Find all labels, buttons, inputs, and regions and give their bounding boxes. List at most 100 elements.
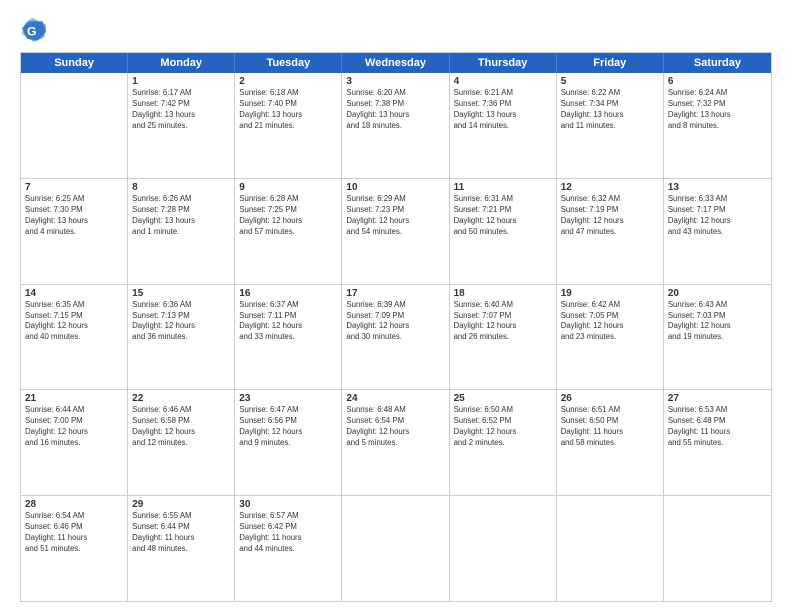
calendar-day-cell: 23Sunrise: 6:47 AM Sunset: 6:56 PM Dayli… [235, 390, 342, 495]
day-info: Sunrise: 6:50 AM Sunset: 6:52 PM Dayligh… [454, 405, 552, 449]
day-number: 1 [132, 76, 230, 87]
day-info: Sunrise: 6:44 AM Sunset: 7:00 PM Dayligh… [25, 405, 123, 449]
calendar-day-cell: 26Sunrise: 6:51 AM Sunset: 6:50 PM Dayli… [557, 390, 664, 495]
day-info: Sunrise: 6:24 AM Sunset: 7:32 PM Dayligh… [668, 88, 767, 132]
calendar-day-cell: 14Sunrise: 6:35 AM Sunset: 7:15 PM Dayli… [21, 285, 128, 390]
calendar-header-row: SundayMondayTuesdayWednesdayThursdayFrid… [21, 53, 771, 73]
day-info: Sunrise: 6:42 AM Sunset: 7:05 PM Dayligh… [561, 300, 659, 344]
calendar-day-cell: 9Sunrise: 6:28 AM Sunset: 7:25 PM Daylig… [235, 179, 342, 284]
day-number: 17 [346, 288, 444, 299]
day-number: 8 [132, 182, 230, 193]
logo-icon: G [20, 16, 48, 44]
calendar-empty-cell [21, 73, 128, 178]
day-number: 3 [346, 76, 444, 87]
day-number: 28 [25, 499, 123, 510]
day-info: Sunrise: 6:26 AM Sunset: 7:28 PM Dayligh… [132, 194, 230, 238]
day-number: 13 [668, 182, 767, 193]
day-number: 11 [454, 182, 552, 193]
calendar-week-row: 14Sunrise: 6:35 AM Sunset: 7:15 PM Dayli… [21, 285, 771, 391]
day-info: Sunrise: 6:46 AM Sunset: 6:58 PM Dayligh… [132, 405, 230, 449]
day-info: Sunrise: 6:31 AM Sunset: 7:21 PM Dayligh… [454, 194, 552, 238]
day-number: 15 [132, 288, 230, 299]
calendar-day-cell: 21Sunrise: 6:44 AM Sunset: 7:00 PM Dayli… [21, 390, 128, 495]
logo: G [20, 16, 52, 44]
calendar-day-cell: 28Sunrise: 6:54 AM Sunset: 6:46 PM Dayli… [21, 496, 128, 601]
day-info: Sunrise: 6:29 AM Sunset: 7:23 PM Dayligh… [346, 194, 444, 238]
day-info: Sunrise: 6:17 AM Sunset: 7:42 PM Dayligh… [132, 88, 230, 132]
calendar-header-cell: Monday [128, 53, 235, 73]
day-number: 26 [561, 393, 659, 404]
calendar-header-cell: Friday [557, 53, 664, 73]
calendar-day-cell: 11Sunrise: 6:31 AM Sunset: 7:21 PM Dayli… [450, 179, 557, 284]
day-info: Sunrise: 6:35 AM Sunset: 7:15 PM Dayligh… [25, 300, 123, 344]
calendar-day-cell: 8Sunrise: 6:26 AM Sunset: 7:28 PM Daylig… [128, 179, 235, 284]
calendar-day-cell: 3Sunrise: 6:20 AM Sunset: 7:38 PM Daylig… [342, 73, 449, 178]
day-number: 12 [561, 182, 659, 193]
calendar-week-row: 28Sunrise: 6:54 AM Sunset: 6:46 PM Dayli… [21, 496, 771, 601]
day-number: 10 [346, 182, 444, 193]
calendar-day-cell: 24Sunrise: 6:48 AM Sunset: 6:54 PM Dayli… [342, 390, 449, 495]
day-info: Sunrise: 6:51 AM Sunset: 6:50 PM Dayligh… [561, 405, 659, 449]
day-info: Sunrise: 6:20 AM Sunset: 7:38 PM Dayligh… [346, 88, 444, 132]
calendar-week-row: 7Sunrise: 6:25 AM Sunset: 7:30 PM Daylig… [21, 179, 771, 285]
day-number: 14 [25, 288, 123, 299]
day-info: Sunrise: 6:54 AM Sunset: 6:46 PM Dayligh… [25, 511, 123, 555]
day-info: Sunrise: 6:37 AM Sunset: 7:11 PM Dayligh… [239, 300, 337, 344]
calendar-day-cell: 16Sunrise: 6:37 AM Sunset: 7:11 PM Dayli… [235, 285, 342, 390]
day-number: 19 [561, 288, 659, 299]
calendar-header-cell: Tuesday [235, 53, 342, 73]
day-info: Sunrise: 6:28 AM Sunset: 7:25 PM Dayligh… [239, 194, 337, 238]
day-info: Sunrise: 6:43 AM Sunset: 7:03 PM Dayligh… [668, 300, 767, 344]
day-info: Sunrise: 6:21 AM Sunset: 7:36 PM Dayligh… [454, 88, 552, 132]
calendar-header-cell: Sunday [21, 53, 128, 73]
calendar-header-cell: Wednesday [342, 53, 449, 73]
day-info: Sunrise: 6:47 AM Sunset: 6:56 PM Dayligh… [239, 405, 337, 449]
calendar-day-cell: 10Sunrise: 6:29 AM Sunset: 7:23 PM Dayli… [342, 179, 449, 284]
calendar-empty-cell [557, 496, 664, 601]
day-number: 18 [454, 288, 552, 299]
calendar-week-row: 1Sunrise: 6:17 AM Sunset: 7:42 PM Daylig… [21, 73, 771, 179]
calendar-day-cell: 7Sunrise: 6:25 AM Sunset: 7:30 PM Daylig… [21, 179, 128, 284]
calendar-empty-cell [664, 496, 771, 601]
calendar-day-cell: 1Sunrise: 6:17 AM Sunset: 7:42 PM Daylig… [128, 73, 235, 178]
calendar: SundayMondayTuesdayWednesdayThursdayFrid… [20, 52, 772, 602]
day-number: 4 [454, 76, 552, 87]
day-info: Sunrise: 6:32 AM Sunset: 7:19 PM Dayligh… [561, 194, 659, 238]
day-number: 5 [561, 76, 659, 87]
calendar-day-cell: 20Sunrise: 6:43 AM Sunset: 7:03 PM Dayli… [664, 285, 771, 390]
day-number: 9 [239, 182, 337, 193]
day-number: 22 [132, 393, 230, 404]
calendar-day-cell: 4Sunrise: 6:21 AM Sunset: 7:36 PM Daylig… [450, 73, 557, 178]
calendar-day-cell: 30Sunrise: 6:57 AM Sunset: 6:42 PM Dayli… [235, 496, 342, 601]
day-number: 20 [668, 288, 767, 299]
day-info: Sunrise: 6:53 AM Sunset: 6:48 PM Dayligh… [668, 405, 767, 449]
day-info: Sunrise: 6:48 AM Sunset: 6:54 PM Dayligh… [346, 405, 444, 449]
calendar-header-cell: Thursday [450, 53, 557, 73]
calendar-day-cell: 12Sunrise: 6:32 AM Sunset: 7:19 PM Dayli… [557, 179, 664, 284]
day-info: Sunrise: 6:36 AM Sunset: 7:13 PM Dayligh… [132, 300, 230, 344]
calendar-day-cell: 18Sunrise: 6:40 AM Sunset: 7:07 PM Dayli… [450, 285, 557, 390]
calendar-day-cell: 13Sunrise: 6:33 AM Sunset: 7:17 PM Dayli… [664, 179, 771, 284]
calendar-day-cell: 17Sunrise: 6:39 AM Sunset: 7:09 PM Dayli… [342, 285, 449, 390]
calendar-empty-cell [342, 496, 449, 601]
day-number: 30 [239, 499, 337, 510]
day-info: Sunrise: 6:55 AM Sunset: 6:44 PM Dayligh… [132, 511, 230, 555]
calendar-day-cell: 2Sunrise: 6:18 AM Sunset: 7:40 PM Daylig… [235, 73, 342, 178]
day-number: 23 [239, 393, 337, 404]
calendar-day-cell: 6Sunrise: 6:24 AM Sunset: 7:32 PM Daylig… [664, 73, 771, 178]
calendar-header-cell: Saturday [664, 53, 771, 73]
calendar-day-cell: 29Sunrise: 6:55 AM Sunset: 6:44 PM Dayli… [128, 496, 235, 601]
day-info: Sunrise: 6:22 AM Sunset: 7:34 PM Dayligh… [561, 88, 659, 132]
day-info: Sunrise: 6:40 AM Sunset: 7:07 PM Dayligh… [454, 300, 552, 344]
calendar-day-cell: 25Sunrise: 6:50 AM Sunset: 6:52 PM Dayli… [450, 390, 557, 495]
day-number: 16 [239, 288, 337, 299]
day-info: Sunrise: 6:18 AM Sunset: 7:40 PM Dayligh… [239, 88, 337, 132]
day-number: 2 [239, 76, 337, 87]
day-info: Sunrise: 6:57 AM Sunset: 6:42 PM Dayligh… [239, 511, 337, 555]
day-number: 29 [132, 499, 230, 510]
day-number: 21 [25, 393, 123, 404]
calendar-empty-cell [450, 496, 557, 601]
day-number: 24 [346, 393, 444, 404]
calendar-day-cell: 15Sunrise: 6:36 AM Sunset: 7:13 PM Dayli… [128, 285, 235, 390]
day-number: 27 [668, 393, 767, 404]
